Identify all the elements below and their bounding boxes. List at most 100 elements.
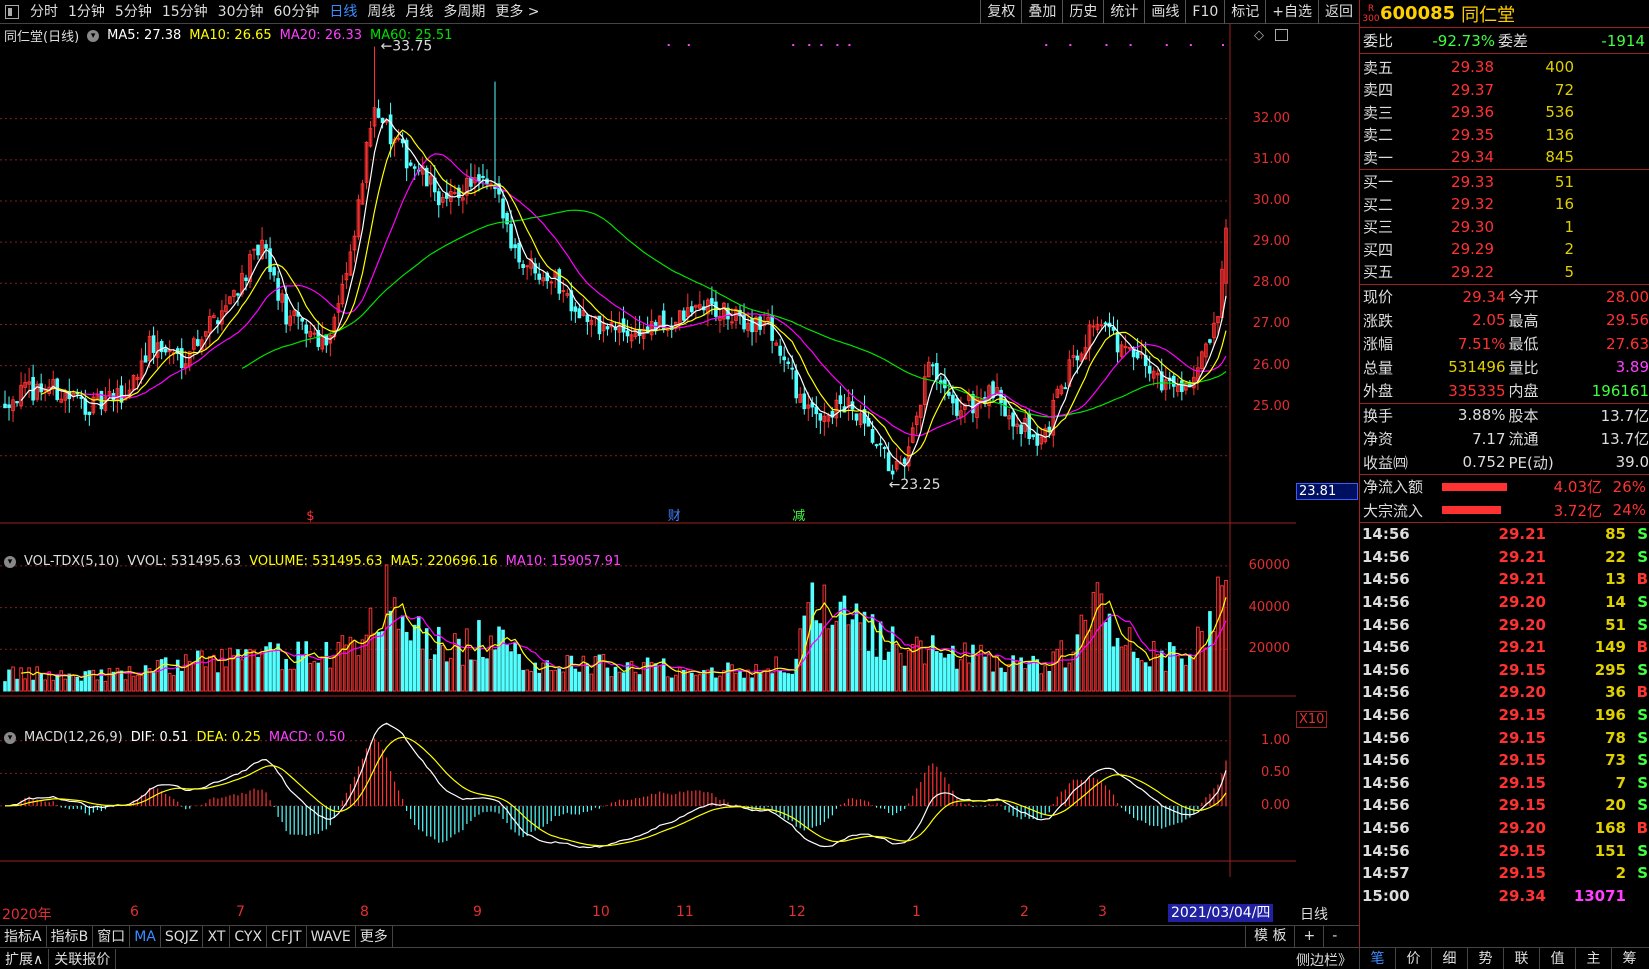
current-price-box: 23.81 — [1296, 483, 1358, 500]
volume-bar — [1127, 627, 1132, 692]
detail-tab[interactable]: 势 — [1467, 948, 1503, 969]
period-tab[interactable]: 日线 — [324, 0, 362, 24]
period-tab[interactable]: 15分钟 — [157, 0, 213, 24]
candle-body — [1003, 399, 1007, 417]
indicator-tab[interactable]: MA — [130, 925, 161, 948]
template-control[interactable]: + — [1294, 925, 1323, 947]
trade-volume: 73 — [1605, 751, 1626, 770]
volume-bar — [445, 661, 449, 692]
detail-tab[interactable]: 笔 — [1359, 948, 1395, 969]
signal-dot — [1189, 44, 1192, 46]
sidebar-toggle[interactable]: 侧边栏》 — [1296, 950, 1352, 969]
candle-body — [1180, 380, 1184, 393]
y-tick-label: 30.00 — [1252, 192, 1290, 208]
period-tab[interactable]: 5分钟 — [110, 0, 157, 24]
candle-body — [1031, 434, 1036, 438]
detail-tab[interactable]: 筹 — [1611, 948, 1647, 969]
toolbar-button[interactable]: 复权 — [980, 0, 1021, 24]
candle-body — [955, 398, 959, 416]
indicator-tab[interactable]: 窗口 — [93, 925, 131, 948]
candle-body — [1135, 351, 1140, 359]
trade-price: 29.15 — [1498, 796, 1546, 815]
template-control[interactable]: 模 板 — [1245, 925, 1294, 947]
detail-tab[interactable]: 主 — [1575, 948, 1611, 969]
status-button[interactable]: 关联报价 — [49, 948, 117, 969]
detail-tab[interactable]: 细 — [1431, 948, 1467, 969]
toolbar-button[interactable]: 标记 — [1224, 0, 1265, 24]
quote-value: 39.0 — [1615, 453, 1649, 472]
order-book-row: 买一 29.33 51 — [1360, 171, 1649, 194]
indicator-tab[interactable]: CFJT — [267, 925, 307, 948]
period-tab[interactable]: 1分钟 — [63, 0, 110, 24]
index-badge: R 300 — [1362, 4, 1380, 24]
volume-bar — [1143, 662, 1148, 692]
trade-volume: 22 — [1605, 547, 1626, 566]
trade-volume: 20 — [1605, 796, 1626, 815]
period-tab[interactable]: 60分钟 — [269, 0, 325, 24]
indicator-tab[interactable]: SQJZ — [161, 925, 204, 948]
order-book-row: 买三 29.30 1 — [1360, 216, 1649, 239]
toolbar-button[interactable]: 返回 — [1318, 0, 1359, 24]
toolbar-button[interactable]: 叠加 — [1021, 0, 1062, 24]
volume-bar — [332, 655, 337, 692]
detail-tab[interactable]: 值 — [1539, 948, 1575, 969]
volume-bar — [304, 641, 309, 692]
y-tick-label: 31.00 — [1252, 151, 1290, 167]
period-tab[interactable]: 30分钟 — [213, 0, 269, 24]
window-icon[interactable] — [5, 4, 19, 19]
volume-bar — [159, 659, 164, 692]
candle-body — [517, 242, 521, 263]
indicator-tab[interactable]: 指标A — [0, 925, 47, 948]
period-tab[interactable]: 月线 — [400, 0, 438, 24]
candle-body — [408, 162, 413, 166]
weicha-label: 委差 — [1498, 32, 1529, 50]
chevron-down-icon[interactable]: ▾ — [4, 731, 16, 744]
trade-price: 29.20 — [1498, 593, 1546, 612]
indicator-tab[interactable]: WAVE — [307, 925, 356, 948]
toolbar-button[interactable]: 画线 — [1144, 0, 1185, 24]
volume-bar — [388, 610, 393, 692]
trade-price: 29.15 — [1498, 864, 1546, 883]
volume-bar — [1224, 579, 1228, 692]
toolbar-button[interactable]: 统计 — [1103, 0, 1144, 24]
period-tab[interactable]: 多周期 — [438, 0, 490, 24]
volume-bar — [1027, 662, 1031, 692]
period-tab[interactable]: 更多 > — [490, 0, 544, 24]
detail-tab[interactable]: 价 — [1395, 948, 1431, 969]
volume-bar — [1151, 641, 1156, 692]
trade-row: 14:57 29.15 2 S — [1360, 862, 1649, 885]
indicator-tab[interactable]: XT — [203, 925, 231, 948]
period-tab[interactable]: 分时 — [25, 0, 63, 24]
template-control[interactable]: - — [1323, 925, 1345, 947]
candle-body — [509, 223, 513, 249]
candle-body — [979, 399, 983, 402]
candle-body — [947, 391, 951, 396]
status-button[interactable]: 扩展∧ — [0, 948, 50, 969]
chart-area[interactable]: ←33.75 ←23.25 $ 财 减 — [0, 24, 1296, 877]
volume-bar — [766, 668, 770, 692]
volume-bar — [183, 654, 188, 692]
flow-value: 4.03亿 — [1553, 478, 1602, 497]
indicator-tab[interactable]: 更多 — [356, 925, 393, 948]
candle-body — [681, 310, 686, 321]
volume-bar — [1087, 629, 1092, 692]
chevron-down-icon[interactable]: ▾ — [4, 555, 16, 568]
indicator-tab[interactable]: CYX — [230, 925, 268, 948]
volume-bar — [312, 661, 317, 692]
x-axis-label: 1 — [912, 904, 921, 920]
toolbar-button[interactable]: +自选 — [1265, 0, 1318, 24]
detail-tab[interactable]: 联 — [1503, 948, 1539, 969]
volume-bar — [356, 655, 361, 692]
period-tab[interactable]: 周线 — [362, 0, 400, 24]
candle-body — [525, 265, 529, 268]
toolbar-button[interactable]: 历史 — [1062, 0, 1103, 24]
order-price: 29.38 — [1451, 58, 1494, 77]
volume-bar — [609, 676, 614, 692]
period-label[interactable]: 日线 — [1300, 904, 1328, 924]
candle-body — [890, 470, 895, 475]
toolbar-button[interactable]: F10 — [1185, 0, 1224, 24]
indicator-tab[interactable]: 指标B — [47, 925, 94, 948]
y-tick-label: 25.00 — [1252, 398, 1290, 414]
trade-row: 14:56 29.21 22 S — [1360, 546, 1649, 569]
volume-bar — [63, 678, 68, 692]
